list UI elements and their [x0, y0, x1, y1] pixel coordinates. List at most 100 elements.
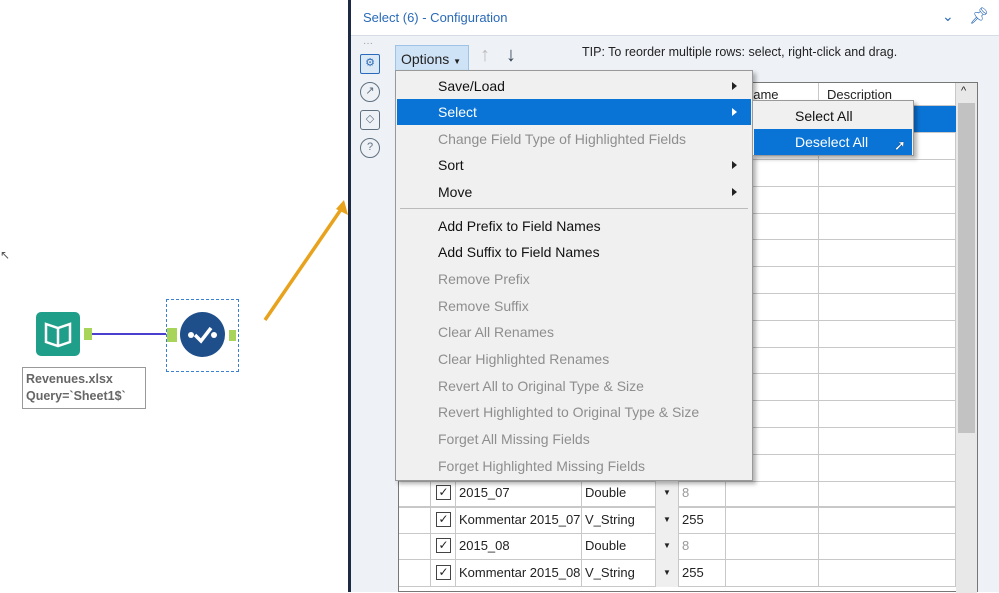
tag-icon[interactable]: ◇ — [360, 110, 380, 130]
table-cell — [819, 293, 956, 321]
menu-item-label: Remove Suffix — [438, 298, 529, 314]
table-row[interactable]: ✓ Kommentar 2015_08 V_String ▼ 255 — [399, 559, 956, 587]
row-header[interactable] — [399, 506, 431, 534]
table-row[interactable]: ✓ 2015_07 Double ▼ 8 — [399, 480, 956, 507]
menu-item-label: Select — [438, 104, 477, 120]
tool-annotation: Revenues.xlsx Query=`Sheet1$` — [22, 367, 146, 409]
menu-item-remove-suffix[interactable]: Remove Suffix — [397, 293, 751, 319]
menu-item-remove-prefix[interactable]: Remove Prefix — [397, 266, 751, 292]
field-type[interactable]: V_String — [582, 506, 656, 534]
menu-item-add-prefix-to-field-names[interactable]: Add Prefix to Field Names — [397, 213, 751, 239]
description-cell[interactable] — [819, 559, 956, 587]
table-cell — [819, 240, 956, 268]
scroll-thumb[interactable] — [958, 103, 975, 433]
connection-line[interactable] — [92, 333, 166, 335]
field-name: 2015_07 — [456, 480, 582, 507]
options-button[interactable]: Options ▼ — [395, 45, 469, 71]
description-cell[interactable] — [819, 533, 956, 560]
gear-icon[interactable]: ⚙ — [360, 54, 380, 74]
workflow-canvas[interactable]: ↖ Revenues.xlsx Query=`Sheet1$` — [0, 0, 348, 592]
table-row[interactable]: ✓ Kommentar 2015_07 V_String ▼ 255 — [399, 506, 956, 534]
row-header[interactable] — [399, 533, 431, 560]
field-size[interactable]: 255 — [679, 559, 726, 587]
menu-item-forget-highlighted-missing-fields[interactable]: Forget Highlighted Missing Fields — [397, 453, 751, 479]
menu-item-sort[interactable]: Sort — [397, 152, 751, 178]
description-cell[interactable] — [819, 506, 956, 534]
menu-item-move[interactable]: Move — [397, 179, 751, 205]
select-submenu: Select All Deselect All ➚ — [752, 100, 914, 156]
menu-item-label: Change Field Type of Highlighted Fields — [438, 131, 687, 147]
pin-icon[interactable]: 📌︎ — [969, 6, 989, 26]
field-type[interactable]: Double — [582, 480, 656, 507]
mouse-cursor-icon: ➚ — [894, 137, 906, 153]
submenu-arrow-icon — [732, 161, 737, 169]
include-checkbox[interactable]: ✓ — [436, 538, 451, 553]
rename-cell[interactable] — [726, 559, 819, 587]
type-dropdown-icon[interactable]: ▼ — [656, 480, 679, 507]
menu-item-label: Forget All Missing Fields — [438, 431, 590, 447]
field-size[interactable]: 8 — [679, 533, 726, 560]
include-checkbox[interactable]: ✓ — [436, 511, 451, 527]
annotation-line: Revenues.xlsx — [26, 372, 113, 386]
row-header[interactable] — [399, 480, 431, 507]
table-row[interactable]: ✓ 2015_08 Double ▼ 8 — [399, 533, 956, 560]
output-anchor[interactable] — [84, 328, 92, 340]
orange-arrow — [263, 200, 348, 321]
menu-item-select-all[interactable]: Select All — [754, 103, 912, 129]
more-dots: ··· — [363, 38, 373, 49]
input-anchor[interactable] — [167, 328, 177, 342]
menu-item-save-load[interactable]: Save/Load — [397, 73, 751, 99]
rename-cell[interactable] — [726, 506, 819, 534]
description-cell[interactable] — [819, 480, 956, 507]
menu-item-label: Revert Highlighted to Original Type & Si… — [438, 404, 700, 420]
field-size[interactable]: 8 — [679, 480, 726, 507]
menu-item-clear-all-renames[interactable]: Clear All Renames — [397, 319, 751, 345]
table-cell — [819, 267, 956, 294]
move-up-icon[interactable]: ↑ — [480, 44, 490, 67]
scrollbar[interactable]: ^ — [956, 83, 977, 593]
menu-item-forget-all-missing-fields[interactable]: Forget All Missing Fields — [397, 426, 751, 452]
menu-item-revert-highlighted-to-original-type-size[interactable]: Revert Highlighted to Original Type & Si… — [397, 399, 751, 425]
table-cell — [819, 159, 956, 187]
row-header[interactable] — [399, 559, 431, 587]
type-dropdown-icon[interactable]: ▼ — [656, 533, 679, 560]
table-cell — [819, 320, 956, 348]
field-size[interactable]: 255 — [679, 506, 726, 534]
checkbox-cell[interactable]: ✓ — [431, 559, 456, 587]
type-dropdown-icon[interactable]: ▼ — [656, 506, 679, 534]
include-checkbox[interactable]: ✓ — [436, 485, 451, 500]
select-tool[interactable] — [166, 299, 239, 372]
checkbox-cell[interactable]: ✓ — [431, 533, 456, 560]
navigate-icon[interactable]: ↗ — [360, 82, 380, 102]
table-cell — [819, 454, 956, 482]
menu-item-change-field-type-of-highlighted-fields[interactable]: Change Field Type of Highlighted Fields — [397, 126, 751, 152]
scroll-up-icon[interactable]: ^ — [961, 85, 966, 97]
menu-item-label: Forget Highlighted Missing Fields — [438, 458, 645, 474]
panel-title: Select (6) - Configuration — [363, 10, 508, 25]
table-cell — [819, 186, 956, 214]
tip-text: TIP: To reorder multiple rows: select, r… — [582, 45, 898, 59]
menu-item-clear-highlighted-renames[interactable]: Clear Highlighted Renames — [397, 346, 751, 372]
menu-separator — [400, 208, 748, 209]
input-data-tool[interactable] — [36, 312, 80, 356]
rename-cell[interactable] — [726, 533, 819, 560]
panel-titlebar: Select (6) - Configuration ⌄ 📌︎ — [351, 0, 999, 36]
type-dropdown-icon[interactable]: ▼ — [656, 559, 679, 587]
checkbox-cell[interactable]: ✓ — [431, 506, 456, 534]
checkbox-cell[interactable]: ✓ — [431, 480, 456, 507]
field-type[interactable]: Double — [582, 533, 656, 560]
menu-item-add-suffix-to-field-names[interactable]: Add Suffix to Field Names — [397, 239, 751, 265]
menu-item-select[interactable]: Select — [397, 99, 751, 125]
rename-cell[interactable] — [726, 480, 819, 507]
output-anchor[interactable] — [229, 330, 236, 341]
help-icon[interactable]: ? — [360, 138, 380, 158]
move-down-icon[interactable]: ↓ — [506, 44, 516, 67]
chevron-down-icon[interactable]: ⌄ — [942, 8, 954, 25]
include-checkbox[interactable]: ✓ — [436, 564, 451, 580]
submenu-arrow-icon — [732, 108, 737, 116]
field-type[interactable]: V_String — [582, 559, 656, 587]
menu-item-label: Remove Prefix — [438, 271, 530, 287]
annotation-line: Query=`Sheet1$` — [26, 389, 126, 403]
menu-item-revert-all-to-original-type-size[interactable]: Revert All to Original Type & Size — [397, 373, 751, 399]
menu-item-deselect-all[interactable]: Deselect All — [754, 129, 912, 155]
